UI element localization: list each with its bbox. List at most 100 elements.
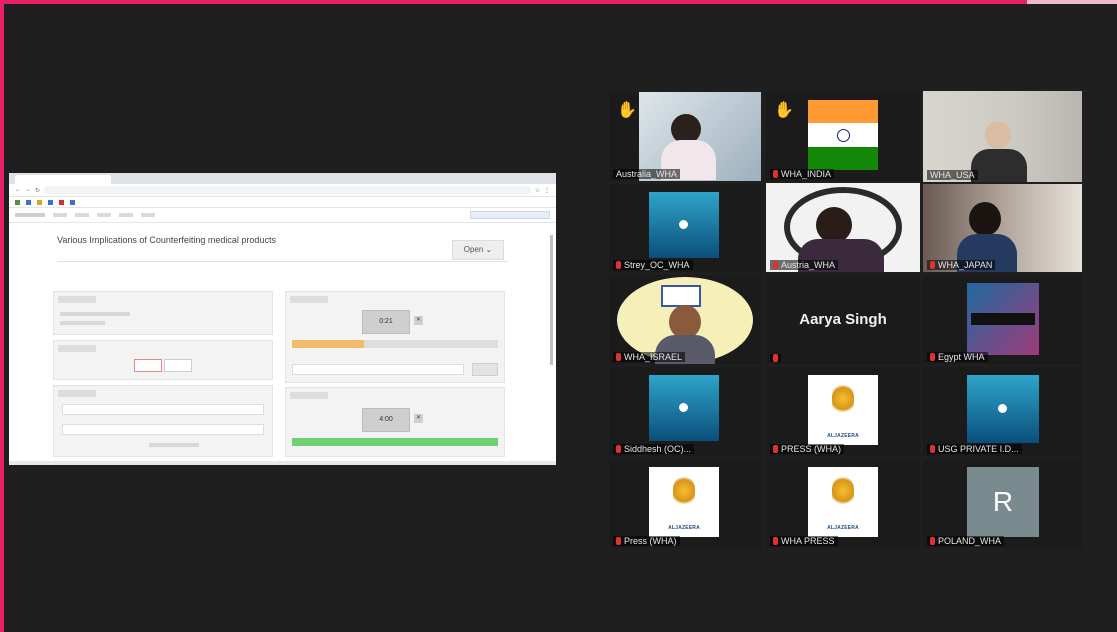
- participant-tile[interactable]: R POLAND_WHA: [923, 459, 1082, 548]
- mic-muted-icon: [773, 354, 778, 362]
- participant-video: [609, 275, 761, 364]
- forward-icon[interactable]: →: [25, 187, 31, 193]
- open-button[interactable]: Open ⌄: [452, 240, 504, 260]
- participant-name: USG PRIVATE I.D...: [927, 444, 1022, 454]
- session-timer-panel: 4:00 ✕: [285, 387, 505, 457]
- submit-link[interactable]: [149, 443, 199, 447]
- bookmark-item[interactable]: [70, 199, 75, 205]
- shared-screen[interactable]: ← → ↻ ☆ ⋮ Various Implications of Counte…: [9, 173, 556, 465]
- timer-progress-2: [292, 438, 498, 446]
- participant-tile[interactable]: ALJAZEERA PRESS (WHA): [766, 367, 920, 456]
- participant-name: WHA_JAPAN: [927, 260, 996, 270]
- browser-tab-bar: [9, 173, 556, 184]
- aljazeera-logo-image: ALJAZEERA: [808, 467, 878, 537]
- participant-tile[interactable]: ALJAZEERA WHA PRESS: [766, 459, 920, 548]
- toolbar-menu-item[interactable]: [119, 213, 133, 217]
- participant-name: PRESS (WHA): [770, 444, 845, 454]
- video-thumbnail: [967, 283, 1039, 355]
- toolbar-menu-item[interactable]: [97, 213, 111, 217]
- menu-icon[interactable]: ⋮: [544, 187, 550, 194]
- participant-tile[interactable]: Strey_OC_WHA: [609, 184, 761, 272]
- page-scrollbar[interactable]: [550, 235, 553, 365]
- left-panel-3: [53, 385, 273, 457]
- participant-tile[interactable]: ✋ WHA_INDIA: [766, 92, 920, 181]
- aljazeera-logo-image: ALJAZEERA: [649, 467, 719, 537]
- mic-muted-icon: [930, 445, 935, 453]
- close-icon[interactable]: ✕: [414, 414, 423, 423]
- participant-tile[interactable]: Aarya Singh: [766, 275, 920, 364]
- vote-yes-button[interactable]: [134, 359, 162, 372]
- participant-name: Press (WHA): [613, 536, 680, 546]
- participant-tile[interactable]: WHA_ISRAEL: [609, 275, 761, 364]
- mic-muted-icon: [616, 537, 621, 545]
- india-flag-image: [808, 100, 878, 170]
- toolbar-action-button[interactable]: [470, 211, 550, 219]
- set-button[interactable]: [472, 363, 498, 376]
- vote-no-button[interactable]: [164, 359, 192, 372]
- participant-name: Egypt WHA: [927, 352, 988, 362]
- toolbar-menu-item[interactable]: [75, 213, 89, 217]
- play-icon: [679, 403, 688, 412]
- bookmark-item[interactable]: [26, 199, 31, 205]
- video-thumbnail: [649, 192, 719, 258]
- participant-name: Austria_WHA: [770, 260, 839, 270]
- mic-muted-icon: [616, 445, 621, 453]
- close-icon[interactable]: ✕: [414, 316, 423, 325]
- country-select[interactable]: [62, 404, 264, 415]
- app-toolbar: [9, 208, 556, 223]
- participant-name: WHA_ISRAEL: [613, 352, 686, 362]
- participant-tile-active-speaker[interactable]: WHA_USA: [923, 91, 1082, 182]
- panel-tag: [290, 296, 328, 303]
- chevron-down-icon: ⌄: [485, 245, 493, 254]
- bookmark-item[interactable]: [48, 199, 53, 205]
- bookmark-item[interactable]: [59, 199, 64, 205]
- participant-tile[interactable]: ALJAZEERA Press (WHA): [609, 459, 761, 548]
- mic-muted-icon: [773, 170, 778, 178]
- participant-tile[interactable]: WHA_JAPAN: [923, 184, 1082, 272]
- left-panel-2: [53, 340, 273, 380]
- timer-display-2: 4:00: [362, 408, 410, 432]
- participant-tile[interactable]: ✋ Australia_WHA: [609, 92, 761, 181]
- participant-name: Strey_OC_WHA: [613, 260, 693, 270]
- browser-tab[interactable]: [15, 175, 111, 184]
- participant-display-name: Aarya Singh: [799, 311, 887, 328]
- toolbar-menu-item[interactable]: [15, 213, 45, 217]
- mic-muted-icon: [773, 537, 778, 545]
- toolbar-menu-item[interactable]: [53, 213, 67, 217]
- participant-tile[interactable]: Siddhesh (OC)...: [609, 367, 761, 456]
- participant-name: WHA_USA: [927, 170, 978, 180]
- timer-progress-fill-2: [292, 438, 498, 446]
- checkbox-row[interactable]: [60, 321, 105, 325]
- mic-muted-icon: [773, 445, 778, 453]
- participant-name: POLAND_WHA: [927, 536, 1005, 546]
- document-title: Various Implications of Counterfeiting m…: [57, 235, 276, 245]
- participant-tile[interactable]: USG PRIVATE I.D...: [923, 367, 1082, 456]
- participant-status: [770, 354, 781, 362]
- participant-video: [923, 184, 1082, 272]
- speaker-timer-panel: 0:21 ✕: [285, 291, 505, 383]
- checkbox-row[interactable]: [60, 312, 130, 316]
- participant-tile[interactable]: Austria_WHA: [766, 183, 920, 272]
- mic-muted-icon: [616, 353, 621, 361]
- speaker-select[interactable]: [292, 364, 464, 375]
- star-icon[interactable]: ☆: [535, 187, 540, 194]
- participant-tile[interactable]: Egypt WHA: [923, 275, 1082, 364]
- mic-muted-icon: [773, 261, 778, 269]
- raised-hand-icon: ✋: [774, 102, 794, 119]
- panel-tag: [290, 392, 328, 399]
- bookmark-item[interactable]: [15, 199, 20, 205]
- participant-name: WHA_INDIA: [770, 169, 835, 179]
- raised-hand-icon: ✋: [617, 102, 637, 119]
- bookmarks-bar: [9, 197, 556, 208]
- top-right-accent: [1027, 0, 1117, 4]
- mic-muted-icon: [930, 353, 935, 361]
- mic-muted-icon: [930, 261, 935, 269]
- back-icon[interactable]: ←: [15, 187, 21, 193]
- participant-name: Australia_WHA: [613, 169, 681, 179]
- participant-name: Siddhesh (OC)...: [613, 444, 695, 454]
- option-select[interactable]: [62, 424, 264, 435]
- url-field[interactable]: [44, 186, 531, 194]
- toolbar-menu-item[interactable]: [141, 213, 155, 217]
- reload-icon[interactable]: ↻: [35, 187, 40, 194]
- bookmark-item[interactable]: [37, 199, 42, 205]
